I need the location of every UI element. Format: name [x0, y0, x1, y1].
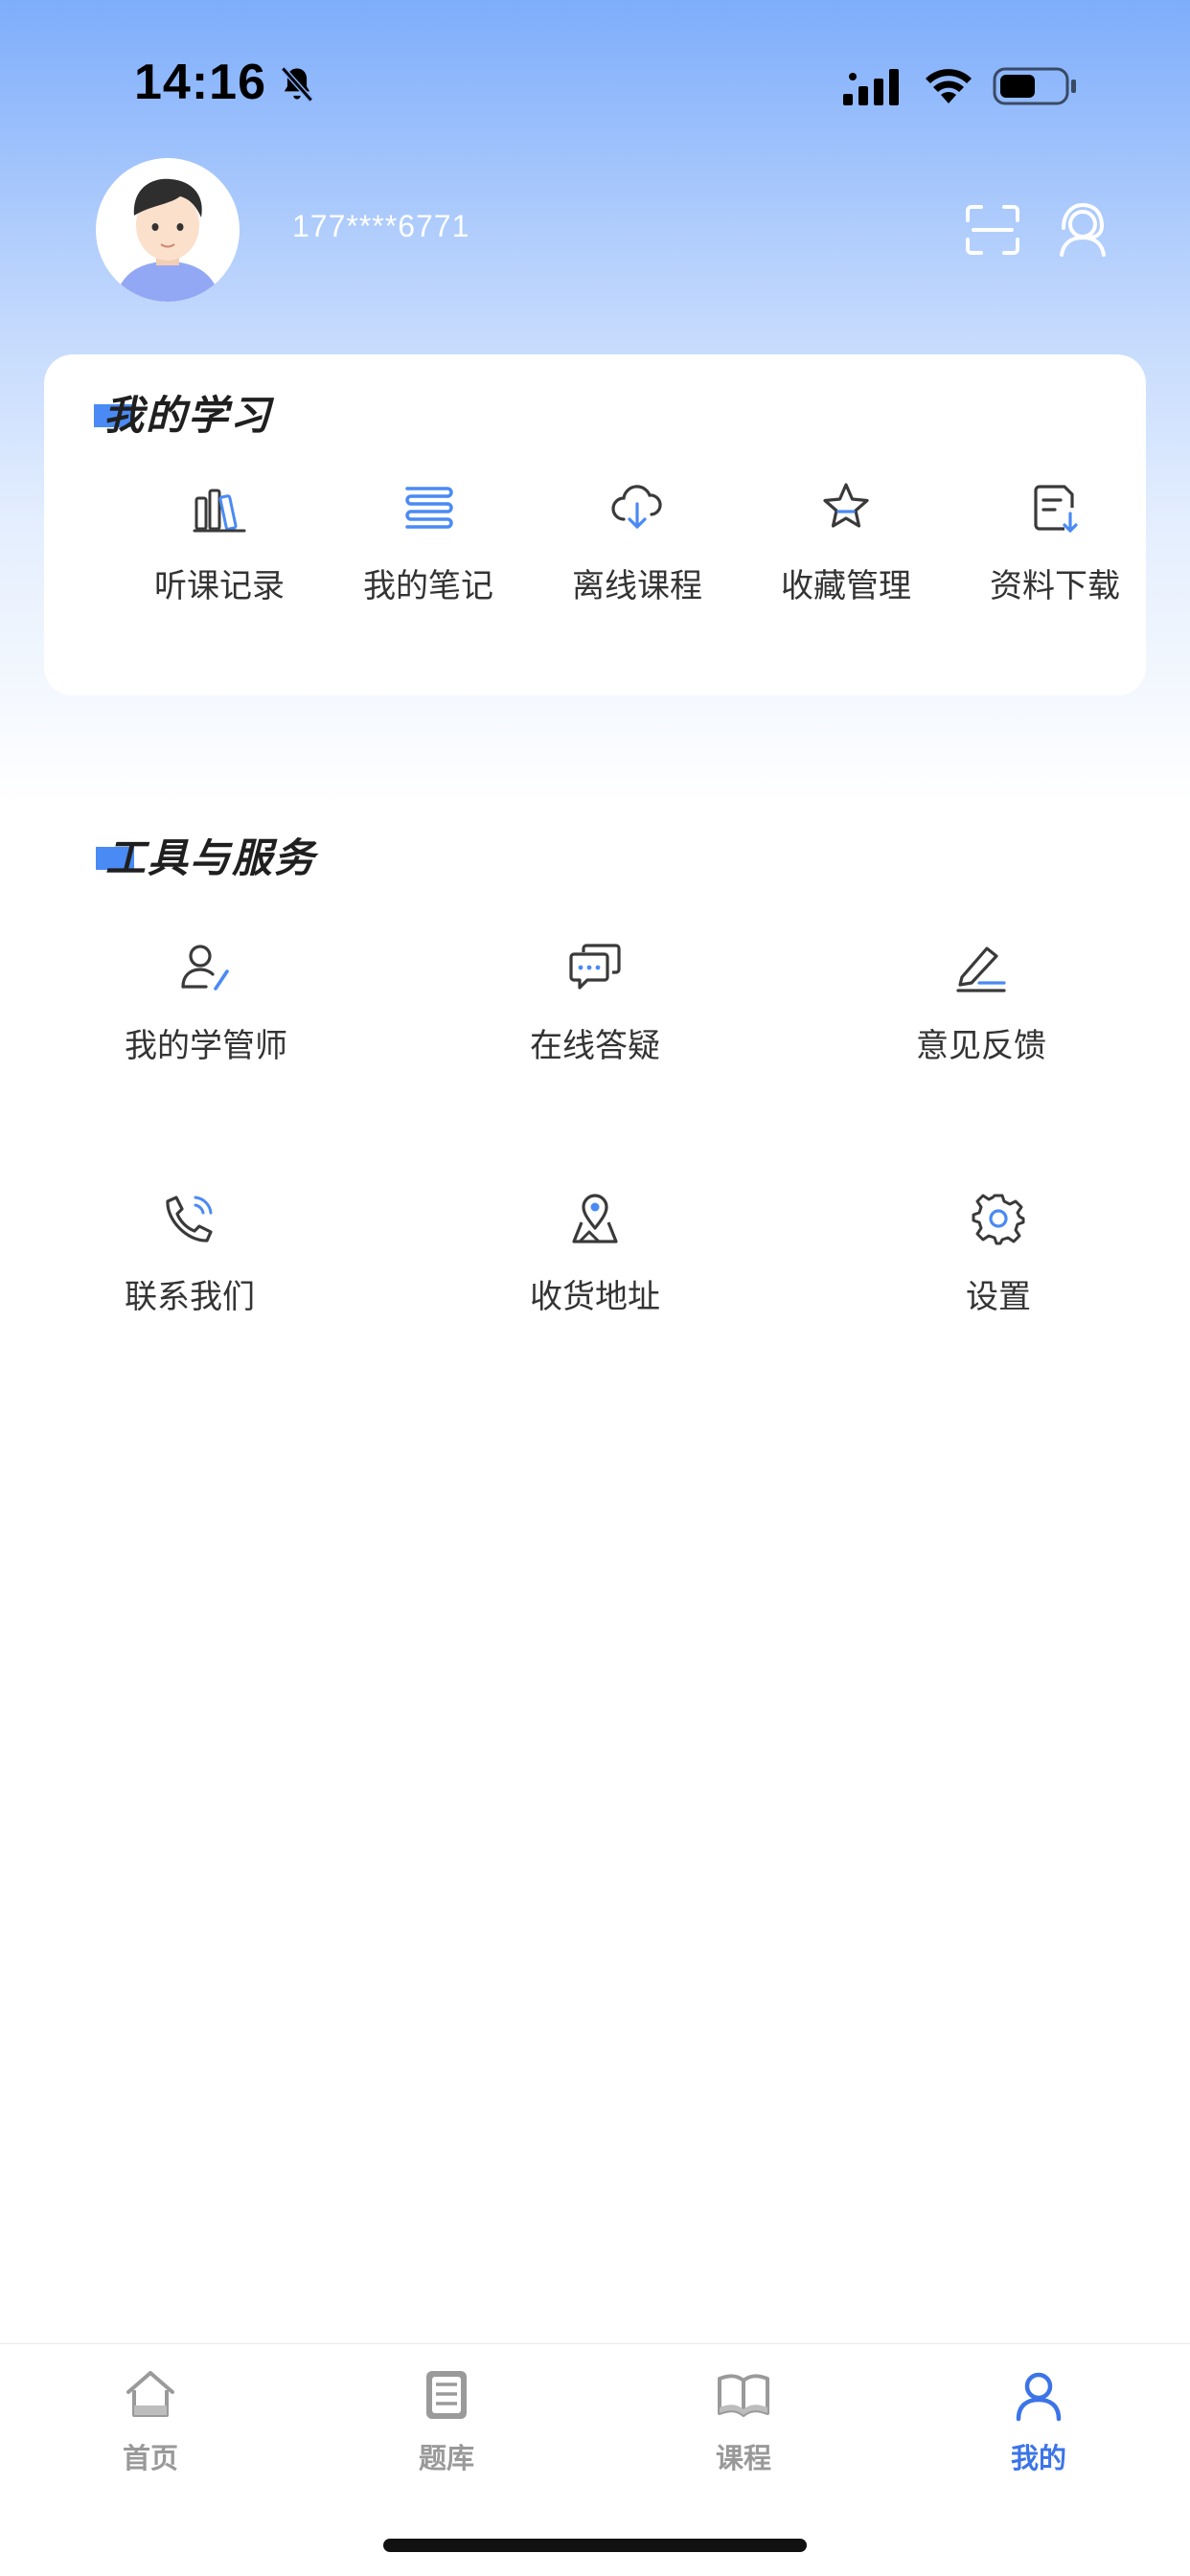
study-item-notes[interactable]: 我的笔记 — [332, 479, 524, 651]
tool-item-label: 我的学管师 — [125, 1028, 287, 1064]
gear-icon — [972, 1194, 1025, 1245]
home-indicator — [383, 2539, 807, 2552]
tool-item-label: 在线答疑 — [530, 1028, 660, 1064]
phone-call-icon — [166, 1196, 213, 1242]
user-icon — [1016, 2372, 1062, 2422]
tool-item-contact[interactable]: 联系我们 — [75, 1190, 305, 1343]
study-item-label: 我的笔记 — [363, 568, 493, 604]
star-icon — [823, 483, 869, 528]
tab-courses[interactable]: 课程 — [667, 2367, 820, 2492]
book-open-icon — [718, 2374, 769, 2417]
tool-item-label: 收货地址 — [530, 1279, 660, 1315]
tab-label: 题库 — [418, 2444, 474, 2474]
tab-home[interactable]: 首页 — [74, 2367, 227, 2492]
study-item-favorites[interactable]: 收藏管理 — [750, 479, 942, 651]
avatar-boy-icon — [96, 158, 240, 302]
study-item-history[interactable]: 听课记录 — [124, 479, 315, 651]
wifi-icon — [926, 69, 972, 103]
study-item-label: 听课记录 — [154, 568, 285, 604]
chat-bubbles-icon — [569, 944, 621, 990]
tool-item-address[interactable]: 收货地址 — [480, 1190, 710, 1343]
tool-item-feedback[interactable]: 意见反馈 — [866, 939, 1096, 1092]
study-item-offline[interactable]: 离线课程 — [541, 479, 733, 651]
tool-item-settings[interactable]: 设置 — [883, 1190, 1113, 1343]
study-item-label: 离线课程 — [572, 568, 702, 604]
edit-pen-icon — [956, 946, 1006, 992]
tool-item-qa[interactable]: 在线答疑 — [480, 939, 710, 1092]
tab-label: 我的 — [1010, 2444, 1066, 2474]
bell-muted-icon — [281, 66, 313, 103]
question-bank-icon — [426, 2371, 467, 2419]
study-item-label: 收藏管理 — [781, 568, 911, 604]
user-edit-icon — [181, 945, 229, 991]
my-study-card: 我的学习 听课记录 我的笔记 离线课程 收藏管理 资料下载 — [44, 354, 1146, 695]
tool-item-label: 联系我们 — [125, 1279, 255, 1315]
map-pin-icon — [572, 1194, 618, 1243]
user-phone: 177****6771 — [292, 209, 470, 243]
study-item-label: 资料下载 — [990, 568, 1120, 604]
cellular-signal-icon — [843, 69, 899, 105]
customer-service-icon[interactable] — [1052, 199, 1113, 261]
cloud-download-icon — [611, 485, 662, 529]
books-icon — [193, 489, 246, 533]
tab-question-bank[interactable]: 题库 — [370, 2367, 523, 2492]
study-item-downloads[interactable]: 资料下载 — [959, 479, 1151, 651]
document-download-icon — [1034, 485, 1078, 533]
tool-item-label: 设置 — [966, 1279, 1031, 1315]
battery-icon — [993, 67, 1076, 105]
notebook-icon — [405, 487, 453, 529]
tool-item-label: 意见反馈 — [916, 1028, 1046, 1064]
tab-label: 首页 — [122, 2444, 178, 2474]
tab-mine[interactable]: 我的 — [962, 2367, 1115, 2492]
home-icon — [126, 2371, 174, 2417]
scan-icon[interactable] — [964, 203, 1021, 257]
status-time: 14:16 — [134, 55, 266, 110]
avatar[interactable] — [96, 158, 240, 302]
tab-label: 课程 — [715, 2444, 771, 2474]
tool-item-advisor[interactable]: 我的学管师 — [91, 939, 321, 1092]
